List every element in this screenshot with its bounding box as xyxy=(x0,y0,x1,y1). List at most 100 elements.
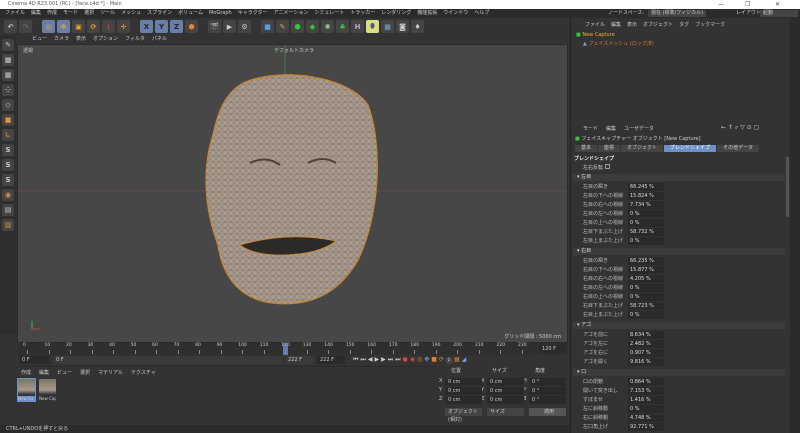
redo-icon[interactable]: ↷ xyxy=(19,20,32,33)
minimize-button[interactable]: — xyxy=(718,0,724,9)
coordinate-field[interactable]: 0 cm xyxy=(487,387,524,395)
model-mode-icon[interactable]: ▩ xyxy=(2,54,14,66)
key-position-button[interactable]: ✥ xyxy=(424,356,429,365)
solo-icon[interactable]: ◉ xyxy=(2,189,14,201)
menu-item[interactable]: モード xyxy=(63,9,78,18)
material-menu-item[interactable]: ビュー xyxy=(57,369,72,376)
render-settings-icon[interactable]: ⚙ xyxy=(238,20,251,33)
menu-item[interactable]: ボリューム xyxy=(178,9,203,18)
material-menu-item[interactable]: 編集 xyxy=(39,369,49,376)
edges-mode-icon[interactable]: ◇ xyxy=(2,99,14,111)
deformer-icon[interactable]: ✺ xyxy=(321,20,334,33)
coordinate-field[interactable]: 0 cm xyxy=(487,396,524,404)
tab-4[interactable]: その他データ xyxy=(717,145,760,152)
menu-item[interactable]: 機能拡張 xyxy=(417,9,437,18)
blendshape-value[interactable]: 0 % xyxy=(628,311,664,319)
go-to-end-button[interactable]: ⏭ xyxy=(395,356,400,365)
keyframe-selection-button[interactable]: ◎ xyxy=(417,356,422,365)
coordinate-field[interactable]: 0 ° xyxy=(529,378,566,386)
mirror-checkbox[interactable] xyxy=(604,164,610,169)
viewport-menu-item[interactable]: パネル xyxy=(152,35,167,44)
timeline-settings-button[interactable]: ◢ xyxy=(462,356,467,365)
coordinate-mode-dropdown[interactable]: オブジェクト (相対) xyxy=(445,408,482,423)
autokey-button[interactable]: ◉ xyxy=(410,356,415,365)
blendshape-value[interactable]: 4.748 % xyxy=(628,414,664,422)
menu-item[interactable]: 選択 xyxy=(84,9,94,18)
tab-0[interactable]: 基本 xyxy=(575,145,598,152)
nodespace-dropdown[interactable]: 現在 (標準/フィジカル) xyxy=(648,10,707,17)
z-axis-lock[interactable]: Z xyxy=(170,20,183,33)
key-scale-button[interactable]: ■ xyxy=(431,356,437,365)
blendshape-value[interactable]: 0 % xyxy=(628,284,664,292)
record-button[interactable]: ● xyxy=(403,356,408,365)
object-face-mesh[interactable]: ▲ フェイスメッシュ (ロック済) xyxy=(583,40,654,48)
lock-workplane-icon[interactable]: ▤ xyxy=(2,204,14,216)
end-frame-field[interactable]: 222 F xyxy=(317,356,345,364)
rotate-tool-icon[interactable]: ⟳ xyxy=(87,20,100,33)
blendshape-value[interactable]: 0 % xyxy=(628,237,664,245)
viewport-menu-item[interactable]: 表示 xyxy=(76,35,86,44)
timeline-ruler[interactable]: 0102030405060708090100110120130140150160… xyxy=(17,343,568,355)
subdivision-icon[interactable]: ⬢ xyxy=(291,20,304,33)
3d-viewport[interactable]: 透視 デフォルトカメラ ✥⇩⟳▢ グリッド間隔 : 5000 cm xyxy=(17,44,568,343)
blendshape-value[interactable]: 0 % xyxy=(628,219,664,227)
side-tabs[interactable] xyxy=(790,18,800,433)
blendshape-value[interactable]: 8.634 % xyxy=(628,331,664,339)
menu-item[interactable]: MoGraph xyxy=(209,9,232,18)
object-menu-item[interactable]: 表示 xyxy=(627,21,637,28)
playhead[interactable] xyxy=(283,343,289,355)
coordinate-field[interactable]: 0 cm xyxy=(445,378,482,386)
close-button[interactable]: ✕ xyxy=(775,0,780,9)
scale-tool-icon[interactable]: ▣ xyxy=(72,20,85,33)
material-menu-item[interactable]: テクスチャ xyxy=(131,369,156,376)
menu-item[interactable]: ウインドウ xyxy=(443,9,468,18)
menu-item[interactable]: キャラクター xyxy=(238,9,268,18)
blendshape-value[interactable]: 7.153 % xyxy=(628,387,664,395)
start-frame-field[interactable]: 0 F xyxy=(19,356,49,364)
blendshape-value[interactable]: 15.877 % xyxy=(628,266,664,274)
x-axis-lock[interactable]: X xyxy=(140,20,153,33)
previous-frame-button[interactable]: ◀ xyxy=(368,356,373,365)
coordinate-field[interactable]: 0 cm xyxy=(445,387,482,395)
axis-mode-icon[interactable]: ∟ xyxy=(2,129,14,141)
maximize-button[interactable]: ❐ xyxy=(745,0,750,9)
object-menu-item[interactable]: タグ xyxy=(679,21,689,28)
material-swatch[interactable]: New Cap xyxy=(39,379,56,401)
go-to-start-button[interactable]: ⏮ xyxy=(353,356,358,365)
pen-icon[interactable]: ✎ xyxy=(276,20,289,33)
blendshape-value[interactable]: 15.824 % xyxy=(628,192,664,200)
menu-item[interactable]: 編集 xyxy=(31,9,41,18)
recent-tools-icon[interactable]: ⁝ xyxy=(102,20,115,33)
menu-item[interactable]: ヘルプ xyxy=(474,9,489,18)
material-swatch[interactable]: New Ca xyxy=(17,378,36,402)
render-view-icon[interactable]: 🎬 xyxy=(208,20,221,33)
blendshape-value[interactable]: 9.816 % xyxy=(628,358,664,366)
object-menu-item[interactable]: 編集 xyxy=(611,21,621,28)
snap-settings-icon[interactable]: S xyxy=(2,159,14,171)
play-button[interactable]: ▶ xyxy=(374,356,379,365)
menu-item[interactable]: スプライン xyxy=(147,9,172,18)
grid-icon[interactable]: ▥ xyxy=(2,219,14,231)
tab-1[interactable]: 座標 xyxy=(598,145,621,152)
material-menu-item[interactable]: 作成 xyxy=(21,369,31,376)
snap-icon[interactable]: S xyxy=(2,144,14,156)
object-menu-item[interactable]: ファイル xyxy=(585,21,605,28)
viewport-nav-icons[interactable]: ✥⇩⟳▢ xyxy=(538,45,559,46)
viewport-menu-item[interactable]: オプション xyxy=(93,35,118,44)
render-picture-viewer-icon[interactable]: ▶ xyxy=(223,20,236,33)
blendshape-value[interactable]: 4.205 % xyxy=(628,275,664,283)
material-menu-item[interactable]: 選択 xyxy=(80,369,90,376)
cube-icon[interactable]: ■ xyxy=(261,20,274,33)
y-axis-lock[interactable]: Y xyxy=(155,20,168,33)
attribute-nav-icons[interactable]: ← ↑ ⌕ ▽ ⊙ ▢ xyxy=(721,124,759,132)
select-tool-icon[interactable]: ◎ xyxy=(42,20,55,33)
generator-icon[interactable]: ◆ xyxy=(306,20,319,33)
group-header-1[interactable]: ▾ 右目 xyxy=(573,248,785,255)
light-icon[interactable]: ♦ xyxy=(411,20,424,33)
mograph-icon[interactable]: ♣ xyxy=(336,20,349,33)
blendshape-value[interactable]: 66.235 % xyxy=(628,257,664,265)
layout-dropdown[interactable]: 起動 xyxy=(760,10,798,17)
menu-item[interactable]: メッシュ xyxy=(121,9,141,18)
undo-icon[interactable]: ↶ xyxy=(4,20,17,33)
tab-3[interactable]: ブレンドシェイプ xyxy=(664,145,717,152)
